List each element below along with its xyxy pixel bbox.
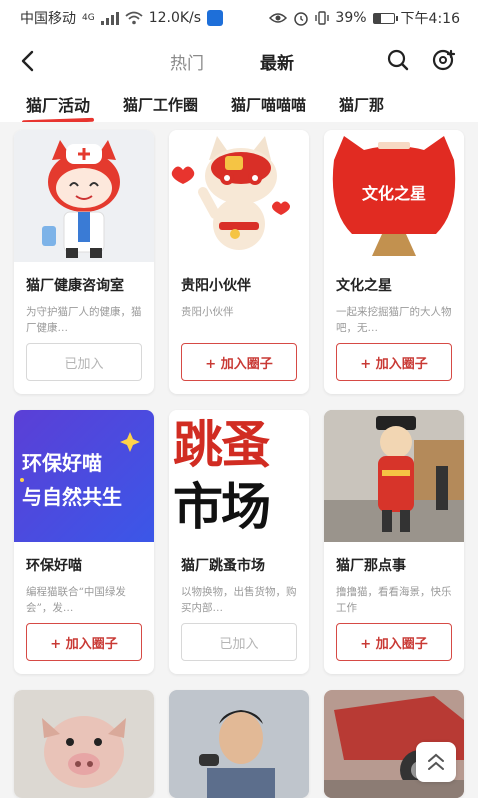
alarm-icon [294,12,309,26]
clock: 下午4:16 [400,11,460,27]
tab-hot[interactable]: 热门 [170,49,204,74]
circle-title: 猫厂那点事 [336,558,406,574]
network-speed: 12.0K/s [148,10,202,26]
vibrate-icon [315,11,330,25]
poster-line-1: 环保好喵 [22,451,102,475]
back-arrow-icon [21,50,34,72]
person-photo [169,690,309,798]
circle-title: 贵阳小伙伴 [181,278,251,294]
circle-title: 环保好喵 [26,558,82,574]
carrier-label: 中国移动 [20,11,76,27]
join-circle-button[interactable]: + 加入圈子 [336,343,452,381]
doctor-cat-illustration [42,140,120,258]
back-button[interactable] [14,48,40,74]
network-type: 4G [82,13,95,23]
circle-card[interactable] [14,690,154,798]
circle-description: 编程猫联合“中国绿发会”，发… [26,586,126,614]
poster-text: 文化之星 [361,184,426,203]
poster-line-1: 跳蚤 [173,416,271,474]
status-bar: 中国移动 4G 12.0K/s 39% 下午4:16 [0,0,478,36]
eye-icon [269,13,288,23]
joined-button[interactable]: 已加入 [181,623,297,661]
joined-button[interactable]: 已加入 [26,343,142,381]
circle-description: 为守护猫厂人的健康，猫厂健康… [26,306,142,334]
circle-title: 猫厂跳蚤市场 [181,558,265,574]
circle-thumbnail [324,410,464,542]
signal-icon [100,11,119,25]
circle-thumbnail [169,130,309,262]
double-chevron-up-icon [428,753,444,770]
circle-description: 撸撸猫，看看海景，快乐工作 [336,586,452,614]
join-circle-button[interactable]: + 加入圈子 [181,343,297,381]
circle-card[interactable]: 贵阳小伙伴 贵阳小伙伴 + 加入圈子 [169,130,309,394]
circle-thumbnail [14,130,154,262]
feed-tabs: 热门 最新 [170,49,294,74]
pig-photo [14,690,154,798]
circle-description: 贵阳小伙伴 [181,306,234,318]
circle-grid-row-partial [14,690,466,798]
circle-title: 猫厂健康咨询室 [26,278,124,294]
battery-percent: 39% [335,10,367,26]
circle-thumbnail: 环保好喵 与自然共生 [14,410,154,542]
poster-line-2: 市场 [173,478,271,536]
wifi-icon [125,11,143,25]
category-tab-meow[interactable]: 猫厂喵喵喵 [231,94,306,115]
category-tab-activities[interactable]: 猫厂活动 [26,92,90,116]
tab-latest[interactable]: 最新 [260,49,294,74]
circle-description: 一起来挖掘猫厂的大人物吧，无… [336,306,452,334]
mascot-cat-illustration [171,136,290,250]
circle-thumbnail: 文化之星 [324,130,464,262]
category-tab-more[interactable]: 猫厂那 [339,94,384,115]
app-notification-icon [207,10,224,26]
join-circle-button[interactable]: + 加入圈子 [26,623,142,661]
category-tabs: 猫厂活动 猫厂工作圈 猫厂喵喵喵 猫厂那 [0,86,478,122]
search-icon[interactable] [386,48,410,72]
circle-thumbnail: 跳蚤 市场 [169,410,309,542]
top-nav: 热门 最新 [0,36,478,86]
battery-icon [372,12,398,24]
mascot-costume-photo [324,410,464,542]
circle-card[interactable]: 猫厂健康咨询室 为守护猫厂人的健康，猫厂健康… 已加入 [14,130,154,394]
join-circle-button[interactable]: + 加入圈子 [336,623,452,661]
add-circle-icon[interactable] [432,48,458,72]
circle-card[interactable]: 跳蚤 市场 猫厂跳蚤市场 以物换物，出售货物，购买内部… 已加入 [169,410,309,674]
circle-card[interactable] [169,690,309,798]
poster-line-2: 与自然共生 [22,485,122,509]
circle-card[interactable]: 猫厂那点事 撸撸猫，看看海景，快乐工作 + 加入圈子 [324,410,464,674]
category-tab-work-circle[interactable]: 猫厂工作圈 [123,94,198,115]
circle-card[interactable]: 文化之星 文化之星 一起来挖掘猫厂的大人物吧，无… + 加入圈子 [324,130,464,394]
circle-card[interactable]: 环保好喵 与自然共生 环保好喵 编程猫联合“中国绿发会”，发… + 加入圈子 [14,410,154,674]
circle-title: 文化之星 [336,278,392,294]
back-to-top-button[interactable] [416,742,456,782]
circle-grid: 猫厂健康咨询室 为守护猫厂人的健康，猫厂健康… 已加入 贵阳小伙伴 贵阳小伙伴 [14,130,466,674]
circle-description: 以物换物，出售货物，购买内部… [181,586,297,614]
